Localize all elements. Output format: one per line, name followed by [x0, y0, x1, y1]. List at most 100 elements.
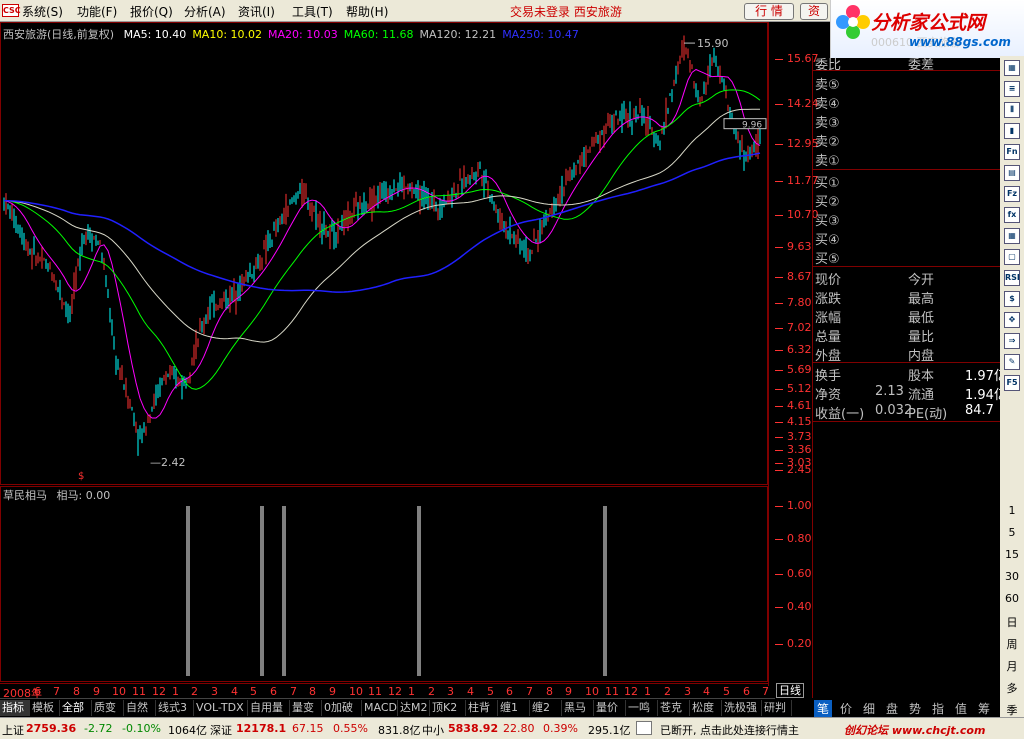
- sh-index-name[interactable]: 上证: [2, 722, 24, 738]
- indicator-tab[interactable]: 松度: [690, 700, 722, 716]
- period-1[interactable]: 1: [1000, 504, 1024, 517]
- extra-label: PE(动): [908, 407, 948, 422]
- toolbar-move-icon[interactable]: ✥: [1004, 312, 1020, 328]
- quote-tab[interactable]: 势: [906, 700, 924, 717]
- toolbar-bar-icon[interactable]: ▮: [1004, 123, 1020, 139]
- price-axis-label: 8.67: [787, 270, 812, 283]
- period-日[interactable]: 日: [1000, 614, 1024, 630]
- menu-system[interactable]: 系统(S): [22, 3, 63, 20]
- period-季[interactable]: 季: [1000, 702, 1024, 718]
- indicator-tab[interactable]: 指标: [0, 700, 30, 716]
- indicator-tab[interactable]: 自用量: [248, 700, 290, 716]
- menu-analysis[interactable]: 分析(A): [184, 3, 226, 20]
- period-15[interactable]: 15: [1000, 548, 1024, 561]
- toolbar-arrow-icon[interactable]: ⇒: [1004, 333, 1020, 349]
- quote-button[interactable]: 行 情: [744, 3, 794, 20]
- indicator-tick: [775, 644, 783, 645]
- brand-url[interactable]: www.88gs.com: [909, 35, 1011, 49]
- date-label: 8: [546, 685, 553, 698]
- indicator-tab[interactable]: 顶K2: [430, 700, 466, 716]
- indicator-tab[interactable]: 柱背: [466, 700, 498, 716]
- toolbar-window-icon[interactable]: ▢: [1004, 249, 1020, 265]
- price-axis-label: 6.32: [787, 343, 812, 356]
- indicator-tab[interactable]: 达M2: [398, 700, 430, 716]
- sz-index-name[interactable]: 深证: [210, 722, 232, 738]
- toolbar-grid-icon[interactable]: ▦: [1004, 228, 1020, 244]
- price-axis-label: 4.15: [787, 415, 812, 428]
- indicator-tab[interactable]: VOL-TDX: [194, 700, 248, 716]
- candlestick-chart[interactable]: 15.90 —2.42 9.96 $: [0, 22, 768, 485]
- toolbar-grid-icon[interactable]: ▦: [1004, 60, 1020, 76]
- period-label[interactable]: 日线: [776, 683, 804, 698]
- indicator-tab[interactable]: 质变: [92, 700, 124, 716]
- quote-separator: [813, 266, 1001, 267]
- menu-tools[interactable]: 工具(T): [292, 3, 333, 20]
- indicator-tab[interactable]: 自然: [124, 700, 156, 716]
- period-30[interactable]: 30: [1000, 570, 1024, 583]
- menu-info[interactable]: 资讯(I): [238, 3, 275, 20]
- indicator-tab[interactable]: 线式3: [156, 700, 194, 716]
- period-5[interactable]: 5: [1000, 526, 1024, 539]
- toolbar-fx-icon[interactable]: fx: [1004, 207, 1020, 223]
- quote-tab[interactable]: 指: [929, 700, 947, 717]
- indicator-tab[interactable]: MACD: [362, 700, 398, 716]
- price-tick: [775, 303, 783, 304]
- indicator-tab[interactable]: 苍克: [658, 700, 690, 716]
- price-tick: [775, 406, 783, 407]
- indicator-axis-label: 0.80: [787, 532, 812, 545]
- toolbar-rsi-icon[interactable]: RSI: [1004, 270, 1020, 286]
- buy-level-2: 买②: [815, 195, 840, 210]
- indicator-tab[interactable]: 模板: [30, 700, 60, 716]
- toolbar-fn-icon[interactable]: Fn: [1004, 144, 1020, 160]
- indicator-tab[interactable]: 0加破: [322, 700, 362, 716]
- date-label: 10: [349, 685, 363, 698]
- quote-tab[interactable]: 筹: [975, 700, 993, 717]
- indicator-tab[interactable]: 一鸣: [626, 700, 658, 716]
- info-button[interactable]: 资: [800, 3, 828, 20]
- stat-label: 涨跌: [815, 292, 842, 307]
- quote-tab[interactable]: 值: [952, 700, 970, 717]
- indicator-tab[interactable]: 缠2: [530, 700, 562, 716]
- connection-message[interactable]: 已断开, 点击此处连接行情主: [660, 722, 799, 738]
- date-label: 9: [565, 685, 572, 698]
- indicator-tab[interactable]: 黑马: [562, 700, 594, 716]
- quote-tab[interactable]: 细: [860, 700, 878, 717]
- date-label: 2: [191, 685, 198, 698]
- period-周[interactable]: 周: [1000, 636, 1024, 652]
- indicator-tab[interactable]: 量变: [290, 700, 322, 716]
- price-axis-label: 4.61: [787, 399, 812, 412]
- quote-tab[interactable]: 盘: [883, 700, 901, 717]
- toolbar-candle-icon[interactable]: ⫴: [1004, 102, 1020, 118]
- indicator-axis-label: 0.60: [787, 567, 812, 580]
- toolbar-pencil-icon[interactable]: ✎: [1004, 354, 1020, 370]
- sz-index-value: 12178.1: [236, 722, 287, 735]
- sh-index-change: -2.72: [84, 722, 113, 735]
- indicator-tab[interactable]: 全部: [60, 700, 92, 716]
- indicator-tab[interactable]: 缠1: [498, 700, 530, 716]
- quote-tab[interactable]: 价: [837, 700, 855, 717]
- buy-level-4: 买④: [815, 233, 840, 248]
- date-label: 4: [231, 685, 238, 698]
- toolbar-dollar-icon[interactable]: $: [1004, 291, 1020, 307]
- buy-level-3: 买③: [815, 214, 840, 229]
- menu-help[interactable]: 帮助(H): [346, 3, 388, 20]
- indicator-tab[interactable]: 研判: [762, 700, 792, 716]
- toolbar-fn-icon[interactable]: Fz: [1004, 186, 1020, 202]
- toolbar-chart-icon[interactable]: ▤: [1004, 165, 1020, 181]
- quote-tab[interactable]: 笔: [814, 700, 832, 717]
- menu-function[interactable]: 功能(F): [77, 3, 117, 20]
- indicator-chart[interactable]: [0, 486, 768, 682]
- period-多[interactable]: 多: [1000, 680, 1024, 696]
- date-label: 11: [132, 685, 146, 698]
- price-tick: [775, 470, 783, 471]
- menu-quote[interactable]: 报价(Q): [130, 3, 173, 20]
- indicator-tab[interactable]: 量价: [594, 700, 626, 716]
- indicator-tab[interactable]: 洗极强: [722, 700, 762, 716]
- price-tick: [775, 350, 783, 351]
- toolbar-f5-icon[interactable]: F5: [1004, 375, 1020, 391]
- connection-icon[interactable]: [636, 721, 652, 735]
- period-月[interactable]: 月: [1000, 658, 1024, 674]
- period-60[interactable]: 60: [1000, 592, 1024, 605]
- toolbar-list-icon[interactable]: ≡: [1004, 81, 1020, 97]
- zx-index-name[interactable]: 中小: [422, 722, 444, 738]
